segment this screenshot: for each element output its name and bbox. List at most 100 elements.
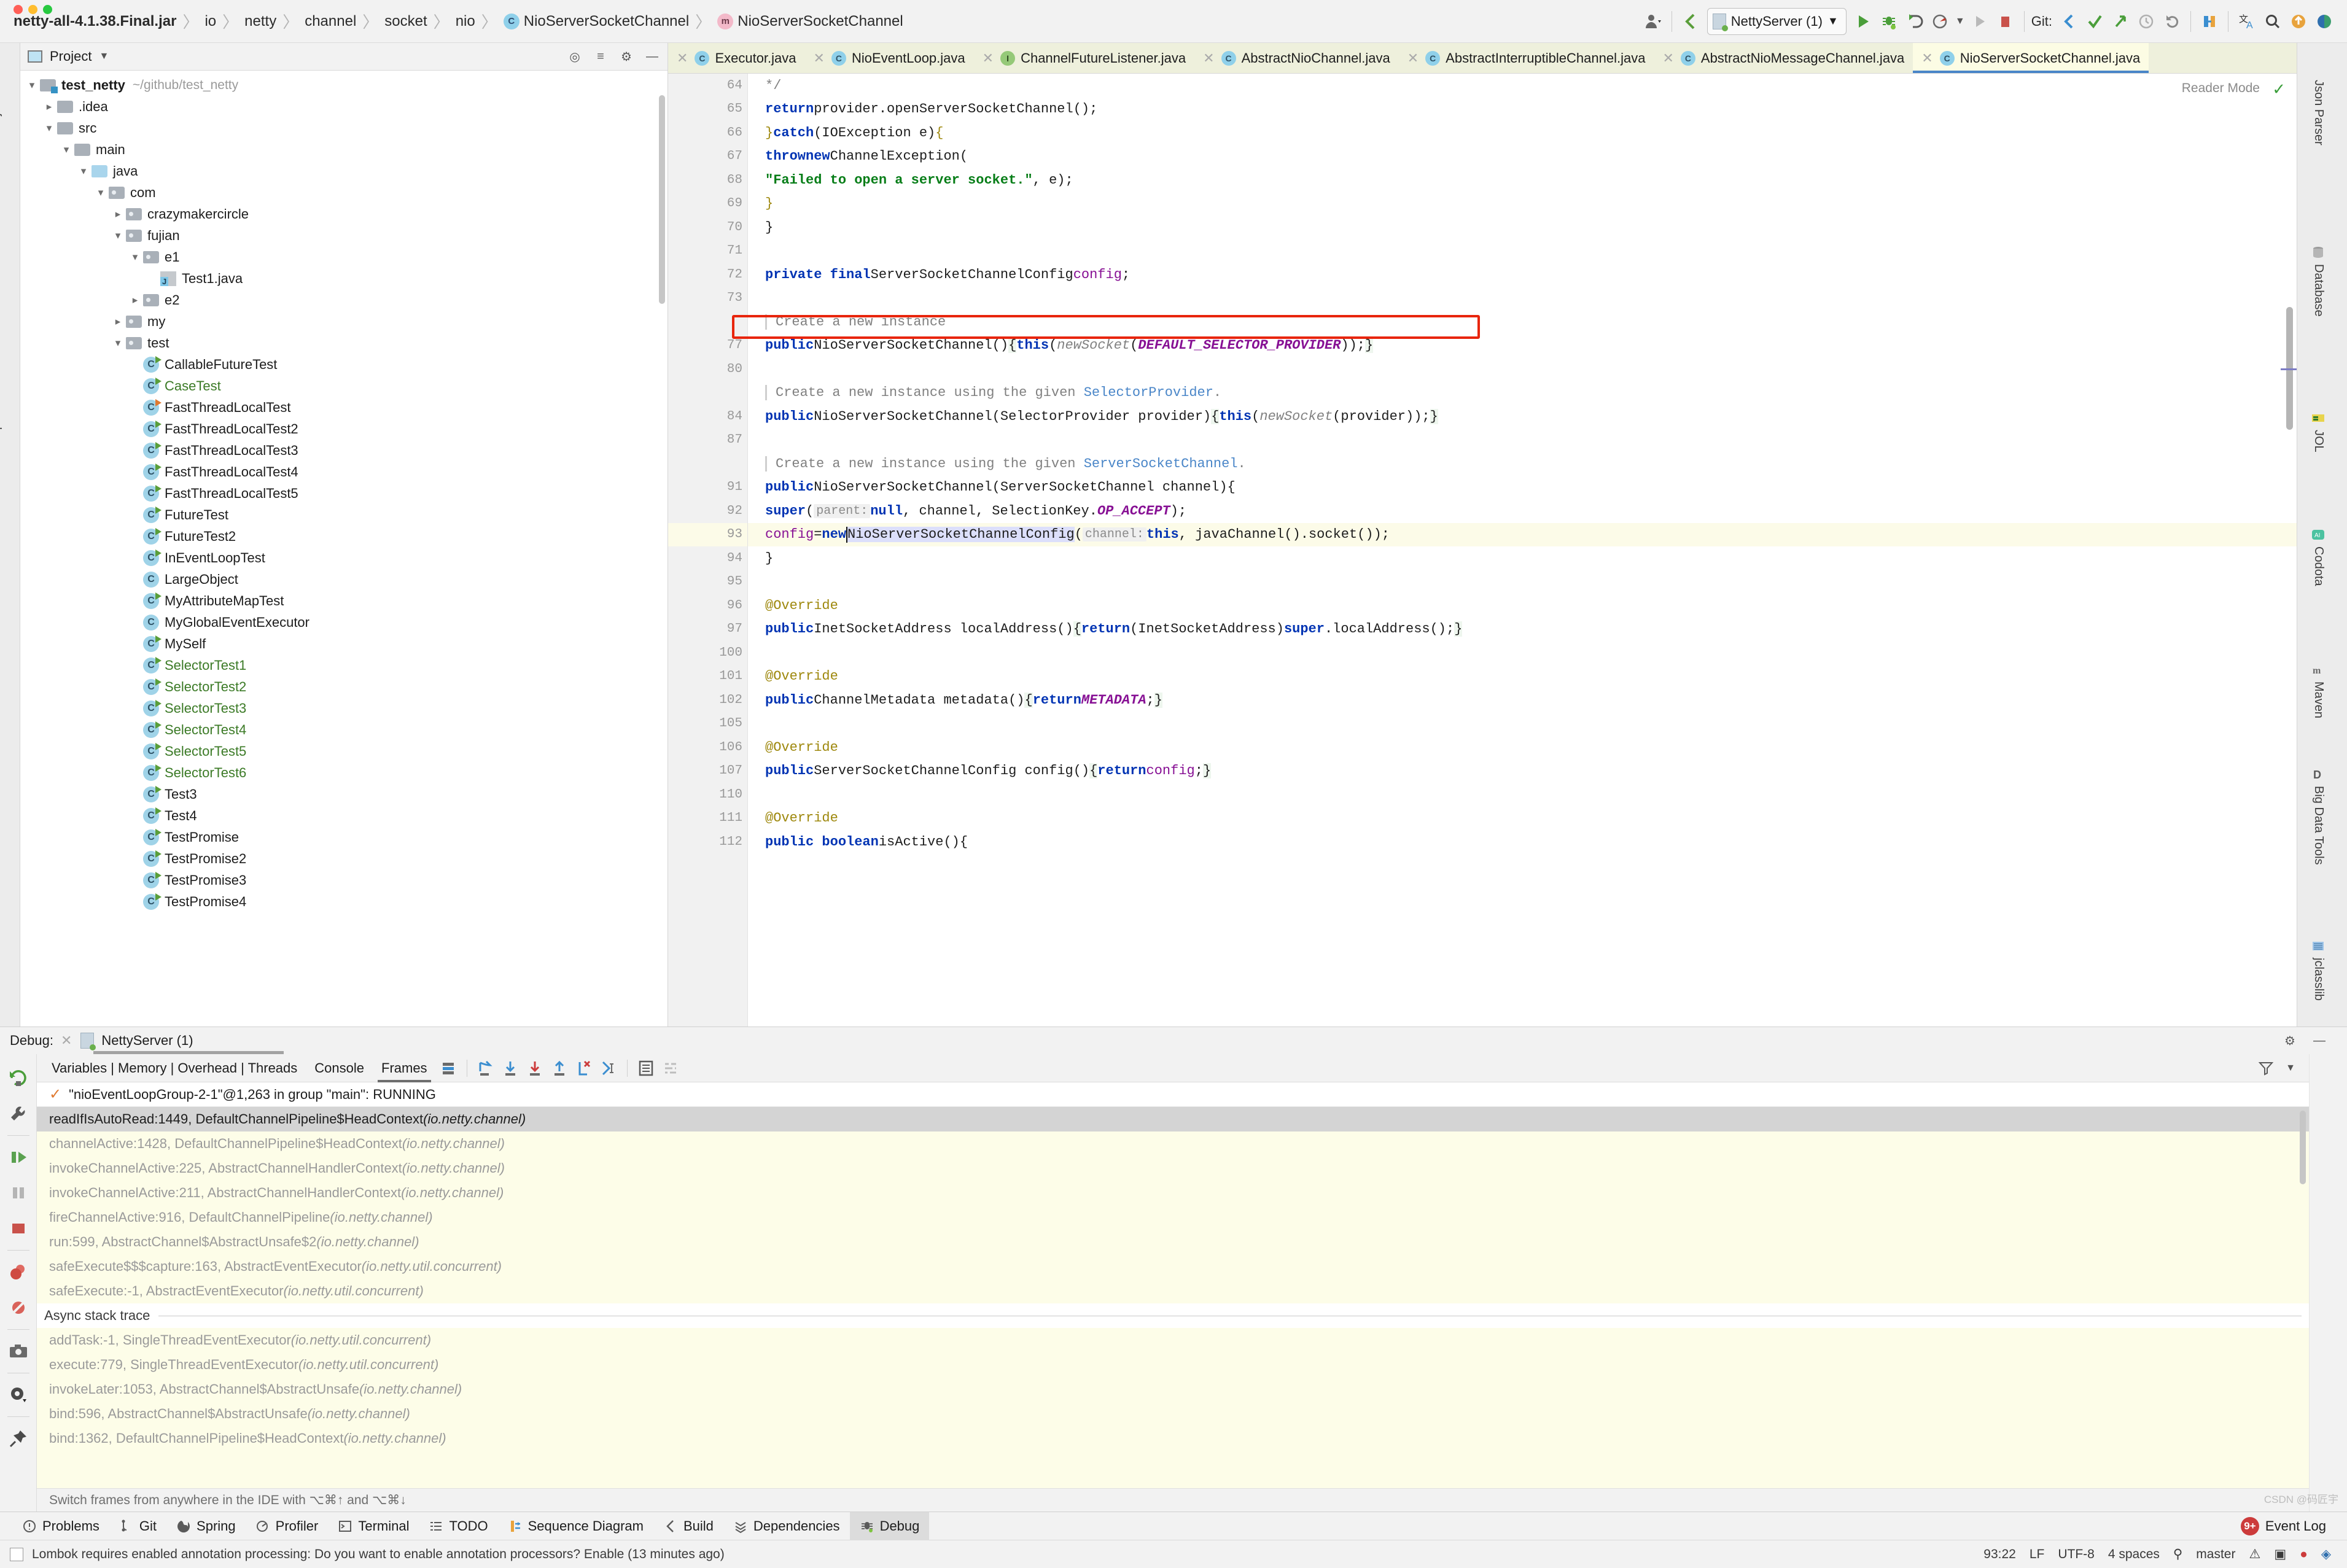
tool-tab-json-parser[interactable]: Json Parser	[2311, 80, 2326, 146]
layout-icon[interactable]	[436, 1056, 461, 1081]
reader-mode-label[interactable]: Reader Mode	[2182, 81, 2260, 96]
gutter-line[interactable]: 101	[668, 665, 747, 689]
gutter-line[interactable]: 91@−	[668, 476, 747, 500]
breadcrumb-item[interactable]: netty-all-4.1.38.Final.jar	[9, 13, 181, 30]
tree-node[interactable]: CInEventLoopTest	[20, 547, 668, 569]
tree-node[interactable]: ▸my	[20, 311, 668, 332]
gutter-line[interactable]: 68	[668, 168, 747, 192]
run-configuration-selector[interactable]: NettyServer (1) ▼	[1707, 8, 1847, 35]
gutter-line[interactable]: 110	[668, 783, 747, 807]
tree-node[interactable]: CTestPromise	[20, 826, 668, 848]
tool-tab-project[interactable]: Project	[0, 97, 3, 135]
gutter-line[interactable]: 67	[668, 145, 747, 169]
translate-icon[interactable]: 文A	[2234, 9, 2260, 34]
tree-node[interactable]: ▸crazymakercircle	[20, 203, 668, 225]
code-line[interactable]: @Override	[748, 594, 2297, 618]
code-line[interactable]: */	[748, 74, 2297, 98]
chevron-down-icon[interactable]: ▾	[110, 230, 126, 242]
chevron-down-icon[interactable]: ▾	[58, 144, 74, 156]
code-line[interactable]: @Override	[748, 665, 2297, 689]
stop-button[interactable]	[1993, 9, 2018, 34]
debug-session-name[interactable]: NettyServer (1)	[101, 1033, 193, 1049]
run-to-cursor-icon[interactable]	[596, 1056, 621, 1081]
code-line[interactable]	[748, 357, 2297, 381]
code-line[interactable]: public ServerSocketChannelConfig config(…	[748, 759, 2297, 783]
tree-node[interactable]: CFutureTest2	[20, 526, 668, 547]
tree-node[interactable]: CTest3	[20, 783, 668, 805]
bottom-tab-terminal[interactable]: Terminal	[328, 1512, 419, 1540]
gutter-line[interactable]: 77+	[668, 334, 747, 358]
tool-tab-database[interactable]: Database	[2311, 246, 2326, 317]
tree-node[interactable]: CSelectorTest5	[20, 740, 668, 762]
stack-frame[interactable]: safeExecute:-1, AbstractEventExecutor (i…	[37, 1279, 2309, 1303]
tool-tab-maven[interactable]: mMaven	[2311, 663, 2326, 718]
code-line[interactable]: public InetSocketAddress localAddress() …	[748, 618, 2297, 642]
close-icon[interactable]: ✕	[1662, 50, 1673, 66]
code-line[interactable]: public NioServerSocketChannel(ServerSock…	[748, 476, 2297, 500]
step-over-icon[interactable]	[498, 1056, 523, 1081]
stack-frame[interactable]: run:599, AbstractChannel$AbstractUnsafe$…	[37, 1230, 2309, 1254]
tree-node[interactable]: CSelectorTest2	[20, 676, 668, 697]
close-icon[interactable]: ✕	[677, 50, 688, 66]
code-line[interactable]: super( parent: null, channel, SelectionK…	[748, 499, 2297, 523]
collapse-all-icon[interactable]: ≡	[593, 49, 609, 64]
chevron-right-icon[interactable]: ▸	[110, 208, 126, 220]
stack-frame[interactable]: fireChannelActive:916, DefaultChannelPip…	[37, 1205, 2309, 1230]
settings-gear-icon[interactable]	[4, 1381, 33, 1409]
git-push-icon[interactable]	[2108, 9, 2133, 34]
tree-node[interactable]: CFutureTest	[20, 504, 668, 526]
tree-node[interactable]: ▾test_netty~/github/test_netty	[20, 74, 668, 96]
screenshot-icon[interactable]	[4, 1337, 33, 1365]
stack-frame[interactable]: execute:779, SingleThreadEventExecutor (…	[37, 1353, 2309, 1377]
tree-node[interactable]: ▾com	[20, 182, 668, 203]
bottom-tab-sequence-diagram[interactable]: Sequence Diagram	[498, 1512, 653, 1540]
code-line[interactable]: } catch (IOException e) {	[748, 121, 2297, 145]
step-out-icon[interactable]	[547, 1056, 572, 1081]
editor-tab[interactable]: ✕CNioEventLoop.java	[805, 43, 974, 73]
pause-icon[interactable]	[4, 1179, 33, 1207]
gutter-line[interactable]: 66−	[668, 121, 747, 145]
line-separator[interactable]: LF	[2030, 1547, 2045, 1562]
chevron-down-icon[interactable]: ▼	[2278, 1056, 2303, 1081]
frames-scrollbar[interactable]	[2300, 1111, 2306, 1184]
breadcrumb-item[interactable]: CNioServerSocketChannel	[499, 13, 694, 30]
gutter-line[interactable]	[668, 381, 747, 405]
hide-panel-icon[interactable]: —	[644, 49, 660, 64]
code-line[interactable]: private final ServerSocketChannelConfig …	[748, 263, 2297, 287]
close-icon[interactable]: ✕	[1921, 50, 1932, 66]
stack-frame[interactable]: bind:1362, DefaultChannelPipeline$HeadCo…	[37, 1426, 2309, 1451]
stack-frame[interactable]: addTask:-1, SingleThreadEventExecutor (i…	[37, 1328, 2309, 1353]
stack-frame[interactable]: bind:596, AbstractChannel$AbstractUnsafe…	[37, 1402, 2309, 1426]
gutter-line[interactable]: 96	[668, 594, 747, 618]
evaluate-expression-icon[interactable]	[634, 1056, 658, 1081]
tool-tab-big-data-tools[interactable]: DBig Data Tools	[2311, 767, 2326, 865]
gutter-line[interactable]: 64−	[668, 74, 747, 98]
tree-node[interactable]: CFastThreadLocalTest	[20, 397, 668, 418]
breadcrumb-item[interactable]: mNioServerSocketChannel	[712, 13, 908, 30]
caret-position[interactable]: 93:22	[1983, 1547, 2016, 1562]
code-line[interactable]: }	[748, 192, 2297, 216]
notification-checkbox[interactable]	[10, 1548, 23, 1561]
search-icon[interactable]	[2260, 9, 2286, 34]
breadcrumb-item[interactable]: socket	[379, 13, 432, 30]
editor-tab[interactable]: ✕IChannelFutureListener.java	[974, 43, 1195, 73]
breadcrumb-item[interactable]: channel	[300, 13, 361, 30]
notifications-icon[interactable]: ⚠	[2249, 1547, 2260, 1562]
tree-node[interactable]: CSelectorTest3	[20, 697, 668, 719]
tree-node[interactable]: CTestPromise2	[20, 848, 668, 869]
code-line[interactable]: throw new ChannelException(	[748, 145, 2297, 169]
code-line[interactable]	[748, 641, 2297, 665]
project-tree[interactable]: ▾test_netty~/github/test_netty▸.idea▾src…	[20, 71, 668, 1027]
debug-tab[interactable]: Console	[306, 1054, 373, 1082]
gutter-line[interactable]: 111	[668, 807, 747, 831]
git-history-icon[interactable]	[2133, 9, 2159, 34]
tree-node[interactable]: CSelectorTest1	[20, 654, 668, 676]
code-line[interactable]	[748, 429, 2297, 452]
tree-node[interactable]: ▸e2	[20, 289, 668, 311]
stop-icon[interactable]	[4, 1214, 33, 1243]
frames-list[interactable]: readIfIsAutoRead:1449, DefaultChannelPip…	[37, 1107, 2309, 1488]
code-line[interactable]	[748, 287, 2297, 311]
breadcrumb-item[interactable]: nio	[451, 13, 480, 30]
tool-tab-structure[interactable]: Structure	[0, 239, 3, 289]
gutter-line[interactable]: 73	[668, 287, 747, 311]
